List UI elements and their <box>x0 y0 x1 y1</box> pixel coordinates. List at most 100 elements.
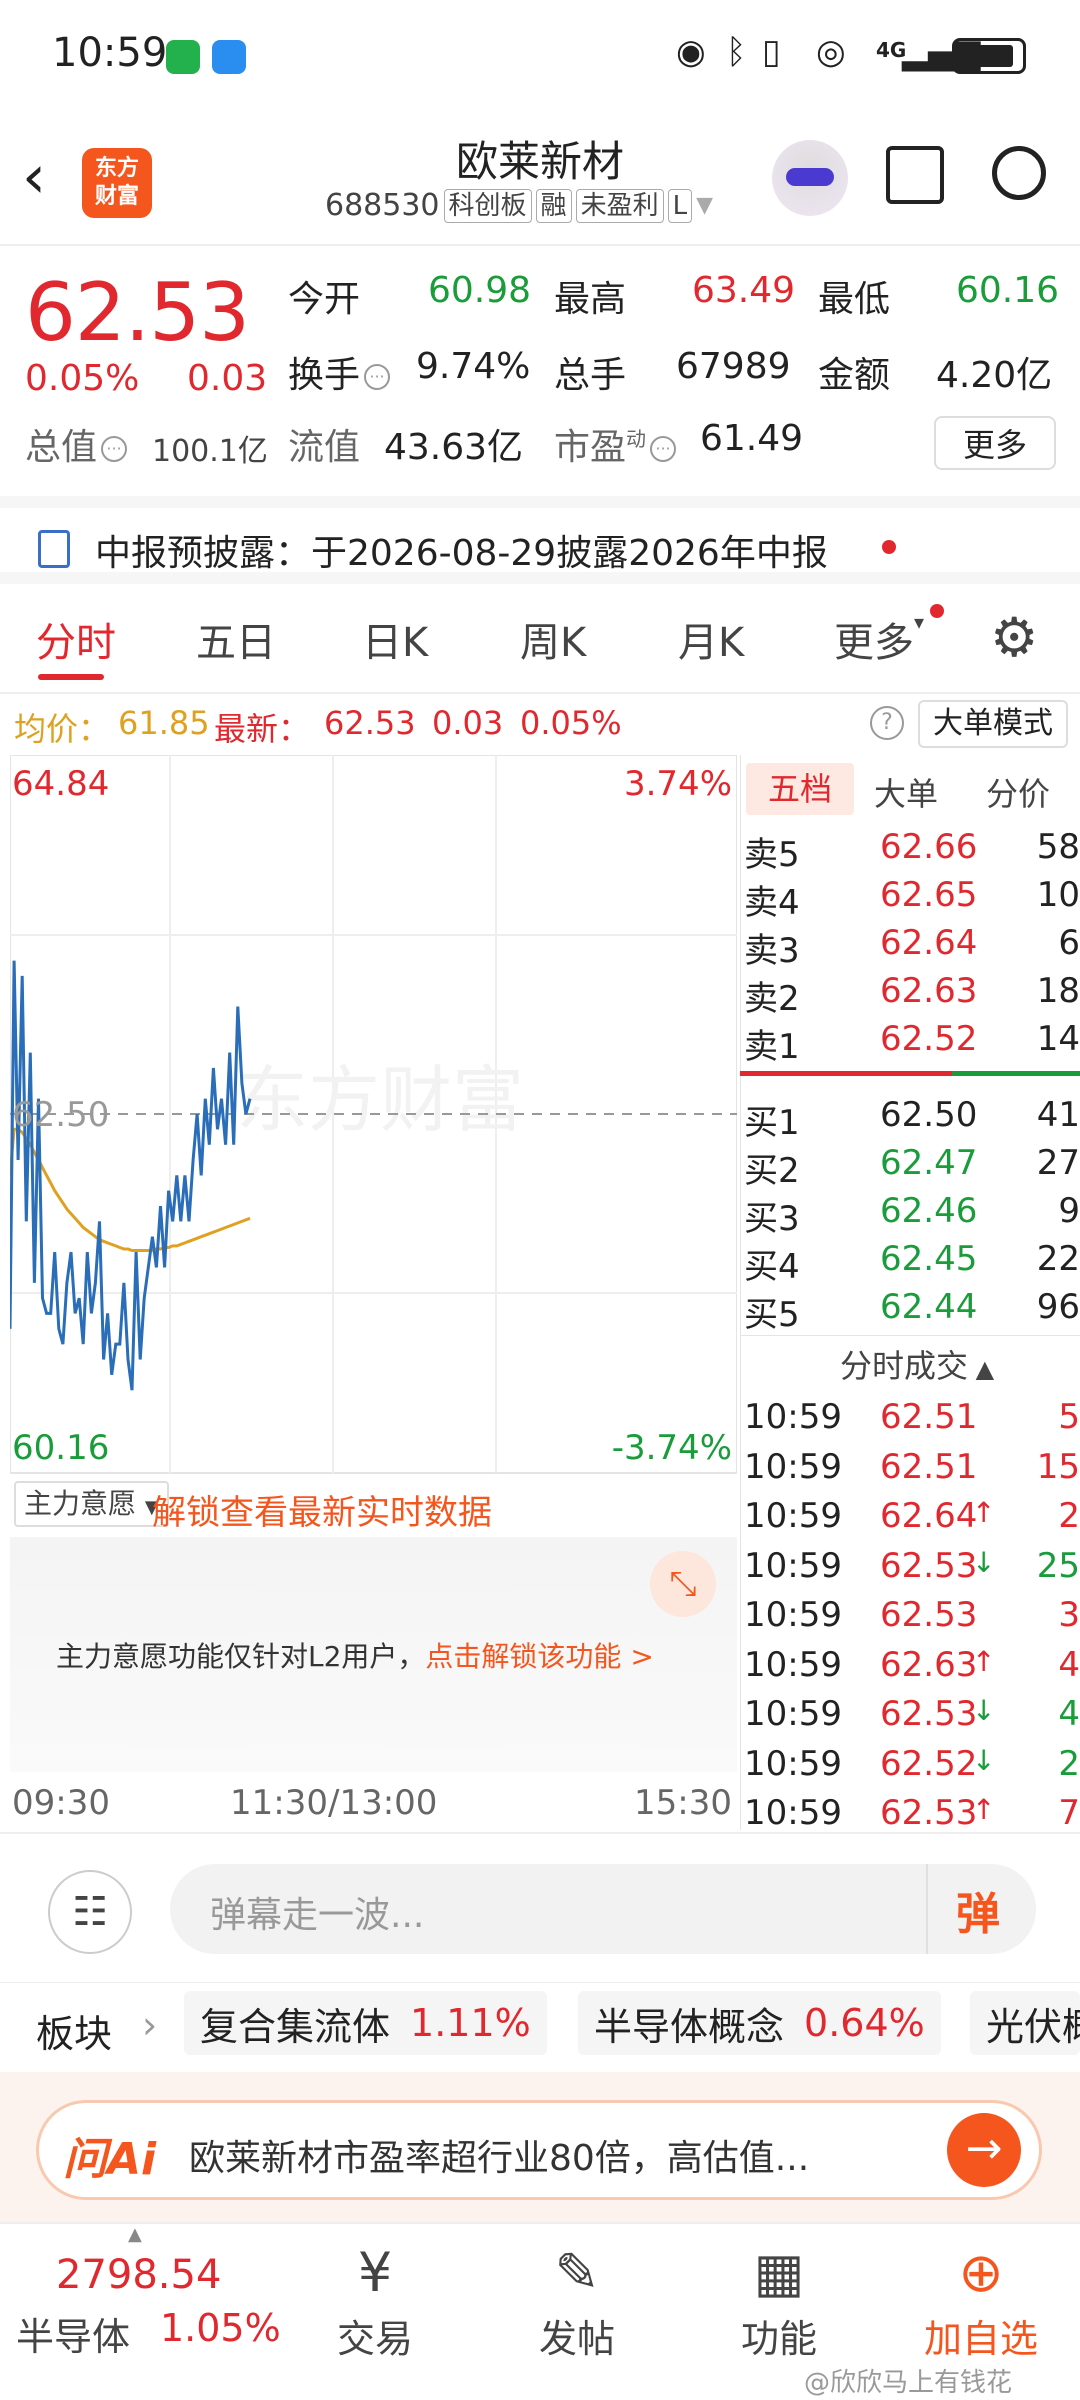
trade-time: 10:59 <box>744 1545 842 1586</box>
chart-tabs: 分时 五日 日K 周K 月K 更多▾ ⚙ <box>0 584 1080 694</box>
tab-five-day[interactable]: 五日 <box>196 610 276 668</box>
trade-time: 10:59 <box>744 1496 842 1536</box>
expand-icon[interactable]: ⤡ <box>650 1551 716 1617</box>
open-label: 今开 <box>288 279 361 320</box>
expand-tags-icon[interactable]: ▼ <box>696 193 713 218</box>
tab-big-orders[interactable]: 大单 <box>874 769 938 815</box>
tab-more[interactable]: 更多▾ <box>834 610 924 668</box>
tab-price-dist[interactable]: 分价 <box>986 769 1050 815</box>
index-ticker[interactable]: ▲ 2798.54 半导体 1.05% <box>0 2224 281 2400</box>
high-value: 63.49 <box>692 270 796 311</box>
bid-row[interactable]: 买1 62.50 41 <box>740 1091 1080 1143</box>
bid-row[interactable]: 买2 62.47 27 <box>740 1139 1080 1191</box>
ai-question-box[interactable]: 问Ai 欧莱新材市盈率超行业80倍，高估值... → <box>36 2100 1042 2200</box>
image-watermark: @欣欣马上有钱花 <box>804 2368 1013 2398</box>
grid-icon: ▦ <box>753 2241 805 2304</box>
nav-trade-label: 交易 <box>336 2317 413 2361</box>
locked-message-text: 主力意愿功能仅针对L2用户， <box>56 1640 426 1673</box>
ask-row[interactable]: 卖2 62.63 18 <box>740 967 1080 1019</box>
status-time: 10:59 <box>52 30 168 76</box>
level-volume: 14 <box>1036 1019 1080 1059</box>
index-pct: 1.05% <box>160 2306 281 2350</box>
ai-robot-icon[interactable] <box>772 140 848 216</box>
bluetooth-icon: ᛒ <box>726 32 747 72</box>
change-pct: 0.05% <box>25 358 140 399</box>
main-force-panel: 主力意愿 ▼ 解锁查看最新实时数据 ⤡ 主力意愿功能仅针对L2用户，点击解锁该功… <box>10 1475 737 1775</box>
unlock-feature-link[interactable]: 点击解锁该功能 > <box>425 1640 653 1673</box>
danmu-bar: ☷ 弹幕走一波... 弹 <box>0 1832 1080 1982</box>
chevron-down-icon: ▾ <box>914 610 925 634</box>
sector-chip[interactable]: 半导体概念 0.64% <box>578 1991 941 2055</box>
trade-row: 10:59 62.53 ↓ 25 <box>740 1542 1080 1590</box>
gear-icon[interactable]: ⚙ <box>990 606 1038 669</box>
ask-row[interactable]: 卖3 62.64 6 <box>740 919 1080 971</box>
mktcap-label: 总值 ··· <box>25 418 131 470</box>
arrow-right-icon[interactable]: → <box>947 2113 1021 2187</box>
info-icon[interactable]: ··· <box>101 436 128 462</box>
nav-trade[interactable]: ¥ 交易 <box>300 2238 450 2363</box>
bid-row[interactable]: 买4 62.45 22 <box>740 1235 1080 1287</box>
bid-row[interactable]: 买5 62.44 96 <box>740 1283 1080 1335</box>
ask-row[interactable]: 卖1 62.52 14 <box>740 1015 1080 1067</box>
level-price: 62.46 <box>880 1191 978 1231</box>
low-label: 最低 <box>818 279 891 320</box>
trade-volume: 2 <box>1058 1743 1080 1784</box>
ask-bid-ratio-green <box>952 1071 1080 1076</box>
level-volume: 6 <box>1058 923 1080 963</box>
time-label-mid: 11:30/13:00 <box>230 1783 438 1823</box>
report-notice[interactable]: 中报预披露：于2026-08-29披露2026年中报 <box>0 496 1080 584</box>
tab-intraday[interactable]: 分时 <box>36 610 116 668</box>
bid-row[interactable]: 买3 62.46 9 <box>740 1187 1080 1239</box>
share-icon[interactable] <box>886 146 944 204</box>
sector-chip[interactable]: 复合集流体 1.11% <box>184 1991 547 2055</box>
trade-row: 10:59 62.53 3 <box>740 1591 1080 1639</box>
trade-direction-icon: ↑ <box>972 1793 996 1826</box>
help-icon[interactable]: ? <box>870 706 904 740</box>
trade-volume: 15 <box>1036 1446 1080 1487</box>
trade-time: 10:59 <box>744 1446 842 1487</box>
trade-price: 62.53 <box>880 1793 978 1833</box>
intraday-chart[interactable]: 东方财富 62.50 64.84 3.74% 60.16 -3.74% <box>10 755 737 1475</box>
nav-functions[interactable]: ▦ 功能 <box>704 2238 854 2363</box>
battery-icon <box>952 38 1026 74</box>
tab-weekly-k[interactable]: 周K <box>520 610 586 668</box>
danmu-settings-icon[interactable]: ☷ <box>48 1870 132 1954</box>
sector-chip[interactable]: 光伏概 <box>970 1991 1080 2055</box>
stock-code: 688530 <box>325 188 440 223</box>
more-button[interactable]: 更多 <box>934 416 1056 470</box>
trade-time: 10:59 <box>744 1743 842 1784</box>
level-label: 买2 <box>744 1151 800 1191</box>
trade-volume: 2 <box>1058 1496 1080 1536</box>
level-price: 62.45 <box>880 1239 978 1279</box>
danmu-send-button[interactable]: 弹 <box>956 1878 1000 1942</box>
ask-row[interactable]: 卖4 62.65 10 <box>740 871 1080 923</box>
float-label: 流值 <box>288 427 361 468</box>
trade-price: 62.63 <box>880 1644 978 1685</box>
danmu-input[interactable]: 弹幕走一波... 弹 <box>170 1864 1036 1954</box>
nav-add-watchlist[interactable]: ⊕ 加自选 <box>906 2238 1056 2363</box>
trades-title-text: 分时成交 <box>840 1347 969 1385</box>
change-value: 0.03 <box>187 358 268 399</box>
level-volume: 58 <box>1036 827 1080 867</box>
tab-monthly-k[interactable]: 月K <box>678 610 744 668</box>
turnover-label: 换手 ··· <box>288 346 394 398</box>
sector-chip-pct: 0.64% <box>804 2001 925 2045</box>
info-icon[interactable]: ··· <box>650 436 677 462</box>
avg-price-line <box>10 1127 251 1252</box>
tab-daily-k[interactable]: 日K <box>362 610 428 668</box>
info-icon[interactable]: ··· <box>364 364 391 390</box>
status-bar: 10:59 ◉ ᛒ ▯ ◎ 4G ▂▄▆ <box>0 0 1080 115</box>
tab-five-levels[interactable]: 五档 <box>746 763 854 815</box>
nav-post[interactable]: ✎ 发帖 <box>502 2238 652 2363</box>
latest-label: 最新： <box>214 710 311 748</box>
ask-row[interactable]: 卖5 62.66 58 <box>740 823 1080 875</box>
level-volume: 27 <box>1036 1143 1080 1183</box>
unlock-link[interactable]: 解锁查看最新实时数据 <box>152 1485 492 1534</box>
trades-title[interactable]: 分时成交 ▲ <box>840 1341 994 1387</box>
sector-chip-name: 复合集流体 <box>200 2004 391 2049</box>
level-label: 买5 <box>744 1295 800 1335</box>
indicator-select[interactable]: 主力意愿 ▼ <box>14 1481 169 1527</box>
high-label: 最高 <box>554 279 627 320</box>
big-order-mode-button[interactable]: 大单模式 <box>918 700 1068 748</box>
search-icon[interactable] <box>992 146 1046 200</box>
